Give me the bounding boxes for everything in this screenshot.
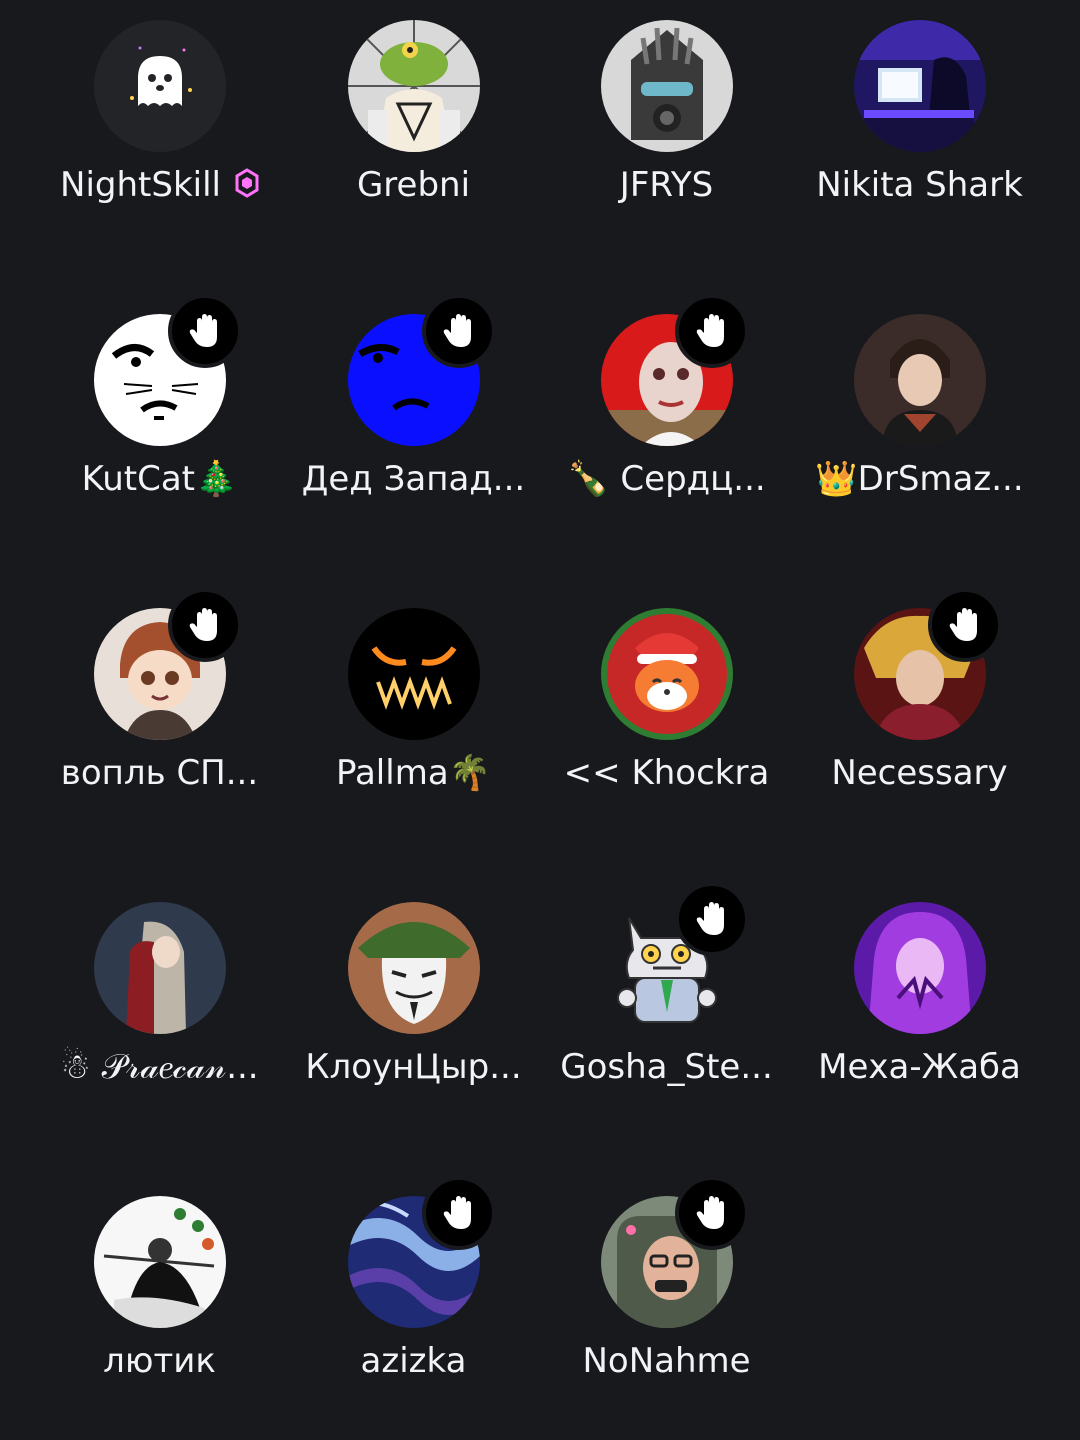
member-tile[interactable]: ☃ 𝒫𝓇𝒶𝑒𝒸𝒶𝓃...: [33, 882, 286, 1142]
waving-hand-icon: [696, 1196, 724, 1229]
member-tile[interactable]: NoNahme: [540, 1176, 793, 1436]
member-tile[interactable]: azizka: [287, 1176, 540, 1436]
avatar: [600, 608, 733, 740]
member-name: Necessary: [831, 753, 1008, 793]
member-tile[interactable]: Necessary: [793, 588, 1046, 848]
member-name: Grebni: [356, 165, 471, 205]
member-tile[interactable]: << Khockra: [540, 588, 793, 848]
member-name: лютик: [103, 1341, 216, 1381]
member-name: NoNahme: [582, 1341, 751, 1381]
member-name: Nikita Shark: [816, 165, 1023, 205]
member-name: вопль СП...: [60, 753, 259, 793]
member-name: azizka: [360, 1341, 467, 1381]
member-name: KutCat🎄: [81, 459, 238, 499]
avatar: [853, 20, 986, 152]
member-name: Меха-Жаба: [818, 1047, 1021, 1087]
waving-hand-icon: [189, 314, 217, 347]
wave-badge: [674, 1176, 749, 1250]
wave-badge: [167, 588, 242, 662]
waving-hand-icon: [696, 902, 724, 935]
member-tile[interactable]: вопль СП...: [33, 588, 286, 848]
waving-hand-icon: [696, 314, 724, 347]
member-tile[interactable]: лютик: [33, 1176, 286, 1436]
voice-participants-grid: NightSkill Grebni JFRYS Nikita Shark Kut…: [0, 0, 1080, 1440]
member-tile[interactable]: Grebni: [287, 0, 540, 260]
waving-hand-icon: [443, 314, 471, 347]
member-name: Gosha_Ste...: [560, 1047, 773, 1087]
member-name: Дед Запад...: [301, 459, 526, 499]
avatar: [347, 608, 480, 740]
avatar: [853, 314, 986, 446]
member-name: << Khockra: [563, 753, 770, 793]
avatar: [93, 1196, 226, 1328]
wave-badge: [674, 294, 749, 368]
avatar-wrap: [93, 20, 226, 152]
member-tile[interactable]: JFRYS: [540, 0, 793, 260]
wave-badge: [927, 588, 1002, 662]
avatar: [93, 902, 226, 1034]
member-tile[interactable]: КлоунЦыр...: [287, 882, 540, 1142]
nitro-boost-icon: [235, 168, 259, 198]
member-tile[interactable]: NightSkill: [33, 0, 286, 260]
member-tile[interactable]: 🍾 Сердц...: [540, 294, 793, 554]
member-name: NightSkill: [33, 160, 286, 210]
wave-badge: [674, 882, 749, 956]
member-tile[interactable]: Дед Запад...: [287, 294, 540, 554]
member-tile[interactable]: Gosha_Ste...: [540, 882, 793, 1142]
member-name: 🍾 Сердц...: [567, 459, 766, 499]
member-name: 👑DrSmaz...: [815, 459, 1024, 499]
avatar: [853, 902, 986, 1034]
member-tile[interactable]: Меха-Жаба: [793, 882, 1046, 1142]
avatar: [347, 20, 480, 152]
avatar: [347, 902, 480, 1034]
wave-badge: [421, 1176, 496, 1250]
member-name: ☃ 𝒫𝓇𝒶𝑒𝒸𝒶𝓃...: [60, 1047, 259, 1087]
member-tile[interactable]: Nikita Shark: [793, 0, 1046, 260]
avatar: [93, 20, 226, 152]
wave-badge: [421, 294, 496, 368]
member-tile[interactable]: KutCat🎄: [33, 294, 286, 554]
member-name: КлоунЦыр...: [305, 1047, 522, 1087]
waving-hand-icon: [189, 608, 217, 641]
waving-hand-icon: [949, 608, 977, 641]
member-name: Pallma🌴: [336, 753, 491, 793]
wave-badge: [167, 294, 242, 368]
member-name: JFRYS: [619, 165, 714, 205]
waving-hand-icon: [443, 1196, 471, 1229]
member-tile[interactable]: 👑DrSmaz...: [793, 294, 1046, 554]
avatar: [600, 20, 733, 152]
member-tile[interactable]: Pallma🌴: [287, 588, 540, 848]
